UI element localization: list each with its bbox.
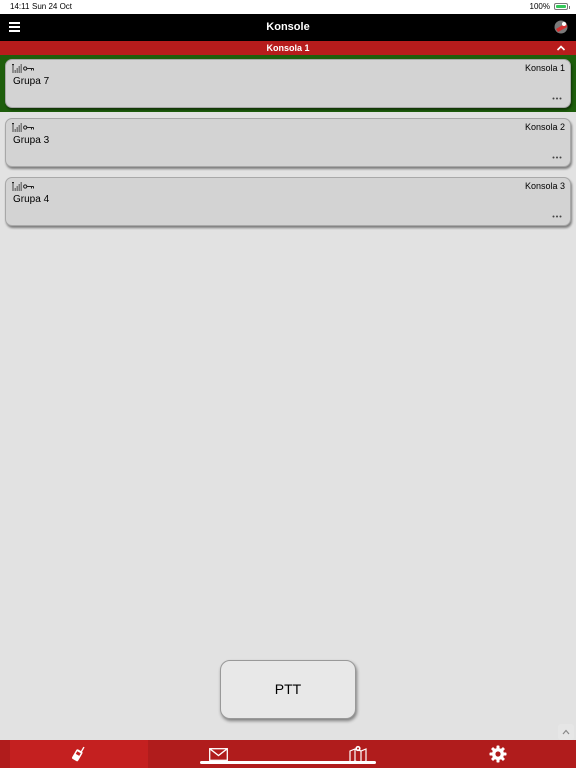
console-name: Konsola 3 xyxy=(524,181,565,191)
signal-icon xyxy=(12,123,22,132)
tab-settings[interactable] xyxy=(430,740,566,768)
status-date: Sun 24 Oct xyxy=(32,2,73,11)
app-logo-icon[interactable] xyxy=(553,19,569,35)
tab-radio[interactable] xyxy=(10,740,148,768)
chevron-up-icon xyxy=(562,729,570,735)
group-name: Grupa 3 xyxy=(13,135,50,146)
console-name: Konsola 1 xyxy=(524,63,565,73)
key-icon xyxy=(23,66,34,71)
gear-icon xyxy=(489,745,507,763)
console-card[interactable]: Konsola 1 Grupa 7 xyxy=(5,59,571,108)
battery-level-fill xyxy=(556,5,566,8)
key-icon xyxy=(23,125,34,130)
status-time: 14:11 xyxy=(10,2,30,11)
group-name: Grupa 7 xyxy=(13,76,50,87)
signal-icon xyxy=(12,64,22,73)
home-indicator xyxy=(200,761,376,764)
ptt-button[interactable]: PTT xyxy=(220,660,356,719)
chevron-up-icon[interactable] xyxy=(556,44,566,52)
envelope-icon xyxy=(209,748,228,761)
page-title: Konsole xyxy=(266,21,310,33)
more-options-icon[interactable] xyxy=(552,97,562,100)
group-name: Grupa 4 xyxy=(13,194,50,205)
key-icon xyxy=(23,184,34,189)
battery-percentage: 100% xyxy=(529,2,550,11)
radio-icon xyxy=(72,746,85,762)
console-name: Konsola 2 xyxy=(524,122,565,132)
more-options-icon[interactable] xyxy=(552,215,562,218)
more-options-icon[interactable] xyxy=(552,156,562,159)
scroll-up-button[interactable] xyxy=(558,724,574,740)
signal-icon xyxy=(12,182,22,191)
battery-icon xyxy=(554,3,570,10)
section-label: Konsola 1 xyxy=(266,43,310,53)
console-card[interactable]: Konsola 2 Grupa 3 xyxy=(5,118,571,167)
status-bar: 14:11 Sun 24 Oct 100% xyxy=(0,0,576,14)
console-section-header[interactable]: Konsola 1 xyxy=(0,41,576,55)
console-card[interactable]: Konsola 3 Grupa 4 xyxy=(5,177,571,226)
app-header: Konsole xyxy=(0,14,576,41)
